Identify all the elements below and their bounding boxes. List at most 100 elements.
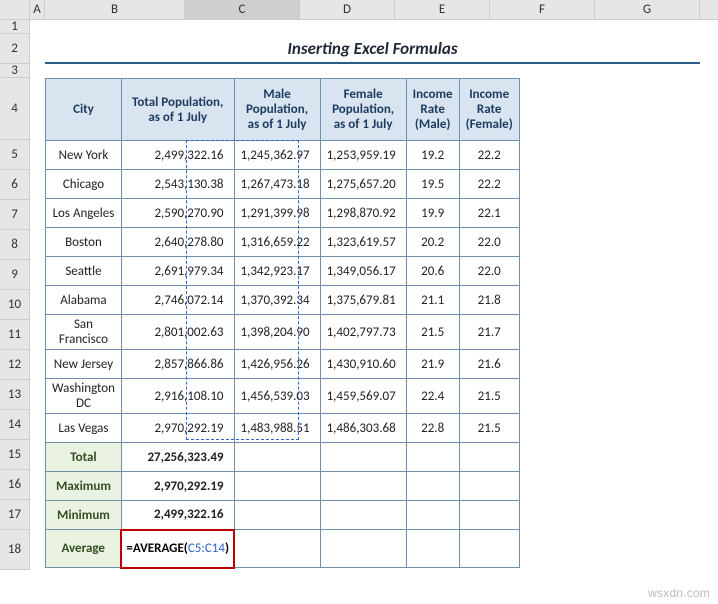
cell-female[interactable]: 1,298,870.92 xyxy=(320,199,406,228)
cell-male[interactable]: 1,398,204.90 xyxy=(234,315,320,350)
cell-total[interactable]: 2,499,322.16 xyxy=(121,141,234,170)
row-header-11[interactable]: 11 xyxy=(0,320,29,350)
cell-total[interactable]: 2,691,979.34 xyxy=(121,257,234,286)
select-all-corner[interactable] xyxy=(0,0,30,19)
cell-total[interactable]: 2,746,072.14 xyxy=(121,286,234,315)
col-male-pop[interactable]: Male Population, as of 1 July xyxy=(234,79,320,141)
cell-total[interactable]: 2,857,866.86 xyxy=(121,350,234,379)
cell-rate-f[interactable]: 22.1 xyxy=(459,199,519,228)
cell-female[interactable]: 1,430,910.60 xyxy=(320,350,406,379)
col-rate-male[interactable]: Income Rate (Male) xyxy=(406,79,459,141)
col-header-A[interactable]: A xyxy=(30,0,45,19)
empty-cell[interactable] xyxy=(320,472,406,501)
summary-total-value[interactable]: 27,256,323.49 xyxy=(121,443,234,472)
cell-city[interactable]: Washington DC xyxy=(46,379,122,414)
col-header-D[interactable]: D xyxy=(300,0,395,19)
formula-editing-cell[interactable]: =AVERAGE(C5:C14) xyxy=(121,530,234,568)
col-city[interactable]: City xyxy=(46,79,122,141)
cell-male[interactable]: 1,316,659.22 xyxy=(234,228,320,257)
row-header-17[interactable]: 17 xyxy=(0,500,29,530)
cell-rate-m[interactable]: 20.2 xyxy=(406,228,459,257)
cell-rate-f[interactable]: 22.2 xyxy=(459,170,519,199)
col-total-pop[interactable]: Total Population, as of 1 July xyxy=(121,79,234,141)
cell-rate-m[interactable]: 19.2 xyxy=(406,141,459,170)
row-header-5[interactable]: 5 xyxy=(0,140,29,170)
cell-female[interactable]: 1,323,619.57 xyxy=(320,228,406,257)
cell-male[interactable]: 1,370,392.34 xyxy=(234,286,320,315)
col-female-pop[interactable]: Female Population, as of 1 July xyxy=(320,79,406,141)
empty-cell[interactable] xyxy=(320,501,406,530)
cell-rate-f[interactable]: 21.5 xyxy=(459,379,519,414)
row-header-1[interactable]: 1 xyxy=(0,20,29,34)
row-header-3[interactable]: 3 xyxy=(0,64,29,78)
summary-label-total[interactable]: Total xyxy=(46,443,122,472)
col-header-G[interactable]: G xyxy=(595,0,700,19)
cell-rate-m[interactable]: 22.8 xyxy=(406,414,459,443)
empty-cell[interactable] xyxy=(406,443,459,472)
cell-rate-f[interactable]: 21.6 xyxy=(459,350,519,379)
cell-male[interactable]: 1,483,988.51 xyxy=(234,414,320,443)
cell-city[interactable]: Las Vegas xyxy=(46,414,122,443)
row-header-18[interactable]: 18 xyxy=(0,530,29,570)
row-header-2[interactable]: 2 xyxy=(0,34,29,64)
cell-rate-m[interactable]: 22.4 xyxy=(406,379,459,414)
cell-rate-f[interactable]: 22.0 xyxy=(459,228,519,257)
summary-label-min[interactable]: Minimum xyxy=(46,501,122,530)
row-header-13[interactable]: 13 xyxy=(0,380,29,410)
cell-male[interactable]: 1,291,399.98 xyxy=(234,199,320,228)
row-header-15[interactable]: 15 xyxy=(0,440,29,470)
cell-rate-m[interactable]: 20.6 xyxy=(406,257,459,286)
summary-label-max[interactable]: Maximum xyxy=(46,472,122,501)
summary-min-value[interactable]: 2,499,322.16 xyxy=(121,501,234,530)
empty-cell[interactable] xyxy=(320,530,406,568)
cell-female[interactable]: 1,459,569.07 xyxy=(320,379,406,414)
empty-cell[interactable] xyxy=(320,443,406,472)
empty-cell[interactable] xyxy=(234,501,320,530)
cell-female[interactable]: 1,349,056.17 xyxy=(320,257,406,286)
cell-rate-m[interactable]: 19.9 xyxy=(406,199,459,228)
cell-rate-m[interactable]: 21.1 xyxy=(406,286,459,315)
row-header-8[interactable]: 8 xyxy=(0,230,29,260)
row-header-6[interactable]: 6 xyxy=(0,170,29,200)
cell-rate-f[interactable]: 22.0 xyxy=(459,257,519,286)
cell-city[interactable]: Alabama xyxy=(46,286,122,315)
cell-rate-f[interactable]: 21.7 xyxy=(459,315,519,350)
cell-city[interactable]: Seattle xyxy=(46,257,122,286)
col-header-F[interactable]: F xyxy=(490,0,595,19)
row-header-7[interactable]: 7 xyxy=(0,200,29,230)
cell-city[interactable]: Chicago xyxy=(46,170,122,199)
row-header-14[interactable]: 14 xyxy=(0,410,29,440)
col-rate-female[interactable]: Income Rate (Female) xyxy=(459,79,519,141)
cell-male[interactable]: 1,267,473.18 xyxy=(234,170,320,199)
cell-rate-f[interactable]: 21.8 xyxy=(459,286,519,315)
cell-male[interactable]: 1,342,923.17 xyxy=(234,257,320,286)
empty-cell[interactable] xyxy=(406,501,459,530)
cell-rate-m[interactable]: 21.9 xyxy=(406,350,459,379)
cell-female[interactable]: 1,486,303.68 xyxy=(320,414,406,443)
col-header-C[interactable]: C xyxy=(185,0,300,19)
cell-total[interactable]: 2,970,292.19 xyxy=(121,414,234,443)
cell-city[interactable]: New York xyxy=(46,141,122,170)
cell-female[interactable]: 1,375,679.81 xyxy=(320,286,406,315)
empty-cell[interactable] xyxy=(459,472,519,501)
empty-cell[interactable] xyxy=(406,472,459,501)
cell-city[interactable]: Los Angeles xyxy=(46,199,122,228)
cell-male[interactable]: 1,245,362.97 xyxy=(234,141,320,170)
cell-rate-m[interactable]: 21.5 xyxy=(406,315,459,350)
cell-city[interactable]: Boston xyxy=(46,228,122,257)
cell-rate-m[interactable]: 19.5 xyxy=(406,170,459,199)
row-header-10[interactable]: 10 xyxy=(0,290,29,320)
cell-total[interactable]: 2,916,108.10 xyxy=(121,379,234,414)
empty-cell[interactable] xyxy=(234,443,320,472)
empty-cell[interactable] xyxy=(459,530,519,568)
empty-cell[interactable] xyxy=(234,530,320,568)
col-header-E[interactable]: E xyxy=(395,0,490,19)
summary-label-avg[interactable]: Average xyxy=(46,530,122,568)
cell-city[interactable]: San Francisco xyxy=(46,315,122,350)
cell-city[interactable]: New Jersey xyxy=(46,350,122,379)
cell-female[interactable]: 1,275,657.20 xyxy=(320,170,406,199)
cell-total[interactable]: 2,801,002.63 xyxy=(121,315,234,350)
cell-rate-f[interactable]: 21.5 xyxy=(459,414,519,443)
cell-rate-f[interactable]: 22.2 xyxy=(459,141,519,170)
cell-female[interactable]: 1,402,797.73 xyxy=(320,315,406,350)
